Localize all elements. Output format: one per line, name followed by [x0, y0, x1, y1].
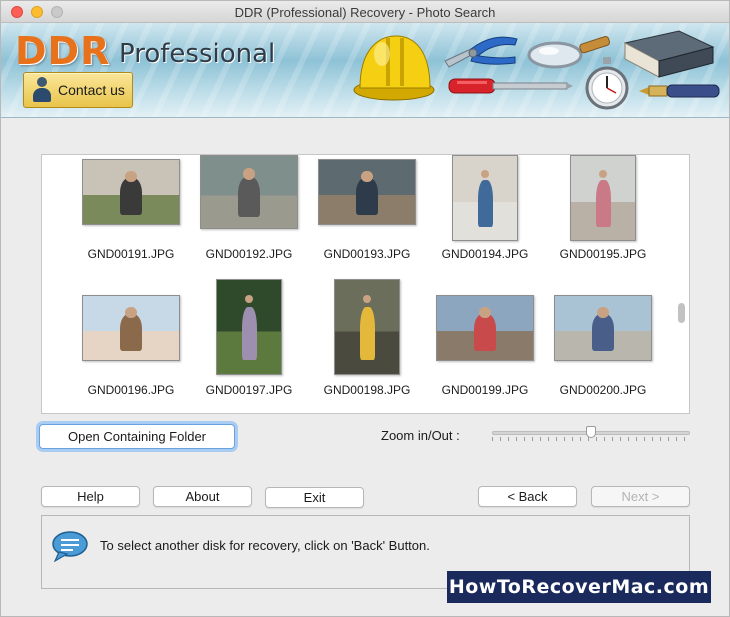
- photo-subject: [478, 180, 493, 228]
- app-window: DDR (Professional) Recovery - Photo Sear…: [0, 0, 730, 617]
- photo-thumbnail[interactable]: [200, 155, 298, 229]
- photo-subject: [360, 306, 375, 360]
- photo-subject-head: [481, 169, 490, 178]
- watermark: HowToRecoverMac.com: [447, 571, 711, 603]
- photo-thumbnail[interactable]: [436, 295, 534, 361]
- screwdriver-icon: [448, 78, 573, 94]
- photo-subject: [120, 178, 142, 215]
- photo-thumbnail[interactable]: [570, 155, 636, 241]
- photo-filename: GND00194.JPG: [441, 247, 529, 261]
- photo-subject: [238, 176, 260, 218]
- photo-subject: [356, 178, 378, 215]
- photo-subject-head: [597, 306, 609, 319]
- photo-subject-head: [363, 295, 372, 304]
- exit-button[interactable]: Exit: [265, 487, 364, 508]
- photo-thumbnail[interactable]: [334, 279, 400, 375]
- photo-filename: GND00192.JPG: [205, 247, 293, 261]
- zoom-slider[interactable]: [492, 423, 690, 445]
- title-bar[interactable]: DDR (Professional) Recovery - Photo Sear…: [1, 1, 729, 23]
- photo-filename: GND00198.JPG: [323, 383, 411, 397]
- hard-hat-icon: [353, 35, 435, 101]
- photo-subject-head: [243, 167, 255, 180]
- contact-us-label: Contact us: [58, 82, 125, 98]
- logo-ddr: DDR: [15, 29, 111, 73]
- window-title: DDR (Professional) Recovery - Photo Sear…: [234, 5, 496, 20]
- photo-thumbnail[interactable]: [82, 295, 180, 361]
- photo-subject-head: [599, 169, 608, 178]
- tools-illustration: [349, 27, 725, 115]
- open-containing-folder-button[interactable]: Open Containing Folder: [39, 424, 235, 449]
- zoom-label: Zoom in/Out :: [381, 428, 460, 443]
- photo-thumbnail[interactable]: [554, 295, 652, 361]
- book-icon: [623, 30, 715, 78]
- header-banner: DDR Professional Contact us: [1, 23, 729, 118]
- photo-subject: [596, 180, 611, 228]
- photo-subject-head: [125, 170, 137, 183]
- photo-subject-head: [125, 306, 137, 319]
- contact-us-button[interactable]: Contact us: [23, 72, 133, 108]
- photo-filename: GND00200.JPG: [559, 383, 647, 397]
- zoom-slider-knob[interactable]: [586, 426, 596, 438]
- photo-subject: [474, 314, 496, 351]
- photo-subject: [120, 314, 142, 351]
- photo-thumbnail[interactable]: [318, 159, 416, 225]
- gallery-scrollbar-thumb[interactable]: [678, 303, 685, 323]
- about-button[interactable]: About: [153, 486, 252, 507]
- photo-subject: [242, 306, 257, 360]
- photo-filename: GND00193.JPG: [323, 247, 411, 261]
- logo-professional: Professional: [119, 39, 276, 69]
- photo-subject-head: [361, 170, 373, 183]
- photo-subject: [592, 314, 614, 351]
- photo-filename: GND00196.JPG: [87, 383, 175, 397]
- pliers-icon: [444, 36, 518, 68]
- photo-thumbnail[interactable]: [216, 279, 282, 375]
- back-button[interactable]: < Back: [478, 486, 577, 507]
- photo-subject-head: [245, 295, 254, 304]
- photo-filename: GND00195.JPG: [559, 247, 647, 261]
- person-icon: [32, 77, 52, 103]
- photo-filename: GND00199.JPG: [441, 383, 529, 397]
- photo-gallery[interactable]: GND00191.JPG GND00192.JPG GND00193.JPG GND0…: [41, 154, 690, 414]
- speech-bubble-icon: [52, 531, 88, 562]
- photo-filename: GND00197.JPG: [205, 383, 293, 397]
- photo-filename: GND00191.JPG: [87, 247, 175, 261]
- photo-thumbnail[interactable]: [82, 159, 180, 225]
- photo-thumbnail[interactable]: [452, 155, 518, 241]
- photo-subject-head: [479, 306, 491, 319]
- next-button: Next >: [591, 486, 690, 507]
- help-button[interactable]: Help: [41, 486, 140, 507]
- fountain-pen-icon: [639, 84, 720, 98]
- info-message: To select another disk for recovery, cli…: [100, 538, 430, 553]
